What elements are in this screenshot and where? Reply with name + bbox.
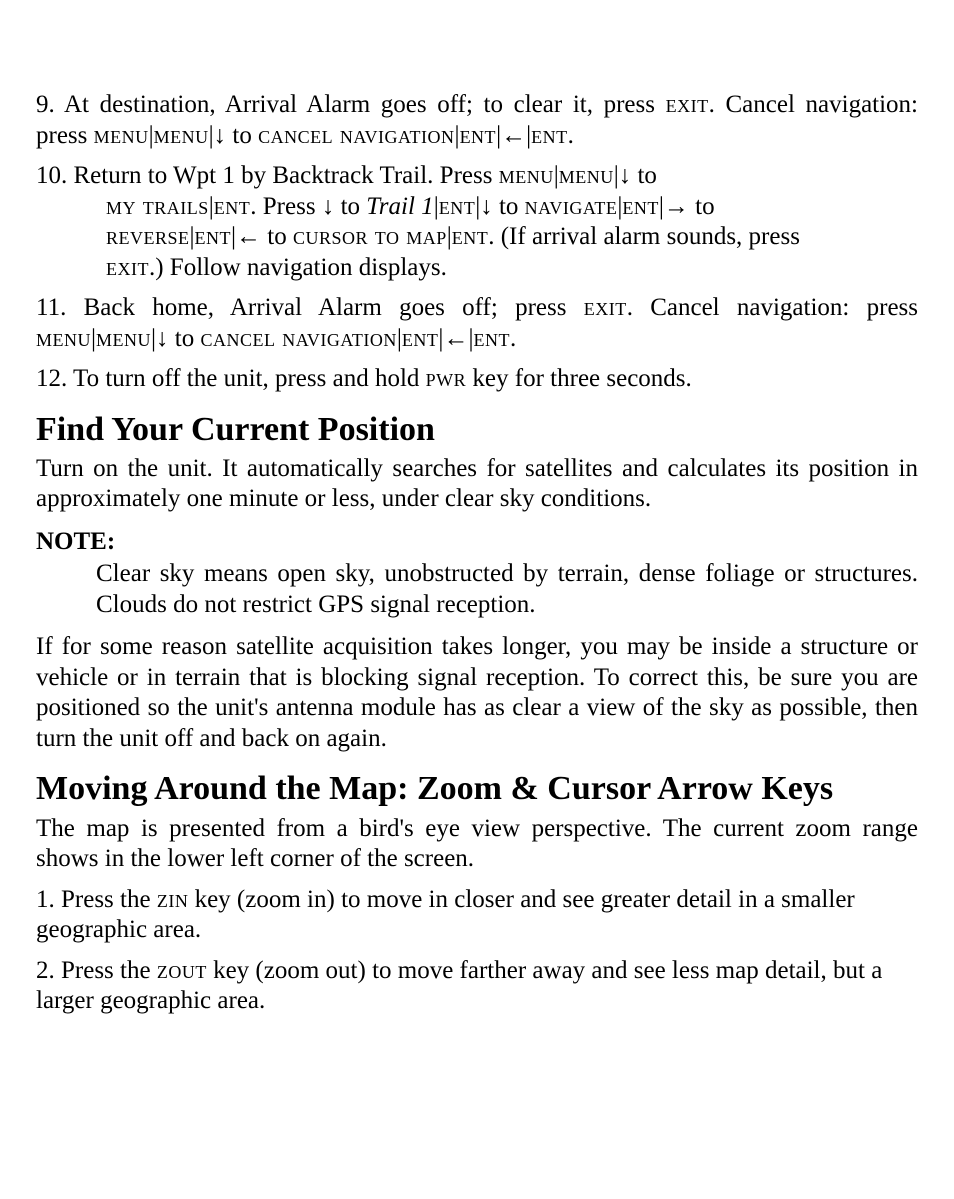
- key-ent: ent: [439, 193, 476, 220]
- key-ent: ent: [622, 193, 659, 220]
- paragraph: If for some reason satellite acquisition…: [36, 632, 918, 754]
- paragraph: Turn on the unit. It automatically searc…: [36, 454, 918, 515]
- note-label: NOTE:: [36, 527, 918, 558]
- text: to: [334, 193, 366, 220]
- key-menu: menu: [36, 325, 91, 352]
- label-cursor-to-map: cursor to map: [293, 223, 447, 250]
- label-cancel-navigation: cancel navigation: [200, 325, 396, 352]
- key-ent: ent: [452, 223, 489, 250]
- key-ent: ent: [473, 325, 510, 352]
- text: 11. Back home, Arrival Alarm goes off; p…: [36, 294, 584, 321]
- text: 12. To turn off the unit, press and hold: [36, 365, 426, 392]
- key-menu: menu: [94, 122, 149, 149]
- step-10-line3: reverse|ent|← to cursor to map|ent. (If …: [36, 222, 918, 253]
- text: to: [631, 162, 657, 189]
- arrow-left-icon: ←: [236, 223, 261, 250]
- paragraph: The map is presented from a bird's eye v…: [36, 814, 918, 875]
- label-reverse: reverse: [106, 223, 190, 250]
- arrow-down-icon: ↓: [322, 193, 335, 220]
- arrow-left-icon: ←: [501, 122, 526, 149]
- text: to: [689, 193, 715, 220]
- text: to: [169, 325, 201, 352]
- step-10-line4: exit.) Follow navigation displays.: [36, 253, 918, 284]
- text: . (If arrival alarm sounds, press: [488, 223, 800, 250]
- key-ent: ent: [531, 122, 568, 149]
- key-ent: ent: [402, 325, 439, 352]
- key-ent: ent: [214, 193, 251, 220]
- text: . Press: [250, 193, 322, 220]
- text: to: [261, 223, 293, 250]
- text: 9. At destination, Arrival Alarm goes of…: [36, 91, 666, 118]
- label-cancel-navigation: cancel navigation: [258, 122, 454, 149]
- text: key for three seconds.: [466, 365, 692, 392]
- note-body: Clear sky means open sky, unobstructed b…: [96, 559, 918, 620]
- arrow-down-icon: ↓: [156, 325, 169, 352]
- key-menu: menu: [154, 122, 209, 149]
- arrow-down-icon: ↓: [619, 162, 632, 189]
- key-zin: zin: [157, 886, 189, 913]
- key-exit: exit: [106, 254, 149, 281]
- step-10-line1: 10. Return to Wpt 1 by Backtrack Trail. …: [36, 161, 918, 192]
- zoom-step-2: 2. Press the zout key (zoom out) to move…: [36, 956, 918, 1017]
- arrow-down-icon: ↓: [214, 122, 227, 149]
- heading-find-position: Find Your Current Position: [36, 409, 918, 450]
- text: to: [226, 122, 258, 149]
- text: .) Follow navigation displays.: [149, 254, 447, 281]
- step-10: 10. Return to Wpt 1 by Backtrack Trail. …: [36, 161, 918, 283]
- zoom-step-1: 1. Press the zin key (zoom in) to move i…: [36, 885, 918, 946]
- step-11: 11. Back home, Arrival Alarm goes off; p…: [36, 293, 918, 354]
- arrow-right-icon: →: [664, 193, 689, 220]
- key-menu: menu: [559, 162, 614, 189]
- key-menu: menu: [96, 325, 151, 352]
- step-10-line2: my trails|ent. Press ↓ to Trail 1|ent|↓ …: [36, 192, 918, 223]
- text: 10. Return to Wpt 1 by Backtrack Trail. …: [36, 162, 499, 189]
- text: .: [568, 122, 574, 149]
- text: .: [510, 325, 516, 352]
- arrow-down-icon: ↓: [480, 193, 493, 220]
- heading-moving-map: Moving Around the Map: Zoom & Cursor Arr…: [36, 768, 918, 809]
- key-zout: zout: [157, 957, 207, 984]
- text: . Cancel navigation: press: [627, 294, 918, 321]
- step-9: 9. At destination, Arrival Alarm goes of…: [36, 90, 918, 151]
- text: 2. Press the: [36, 957, 157, 984]
- key-pwr: pwr: [426, 365, 467, 392]
- key-menu: menu: [499, 162, 554, 189]
- arrow-left-icon: ←: [443, 325, 468, 352]
- label-trail-1: Trail 1: [366, 193, 433, 220]
- key-exit: exit: [666, 91, 709, 118]
- text: 1. Press the: [36, 886, 157, 913]
- key-exit: exit: [584, 294, 627, 321]
- label-navigate: navigate: [525, 193, 618, 220]
- key-ent: ent: [195, 223, 232, 250]
- text: to: [493, 193, 525, 220]
- step-12: 12. To turn off the unit, press and hold…: [36, 364, 918, 395]
- label-my-trails: my trails: [106, 193, 209, 220]
- key-ent: ent: [460, 122, 497, 149]
